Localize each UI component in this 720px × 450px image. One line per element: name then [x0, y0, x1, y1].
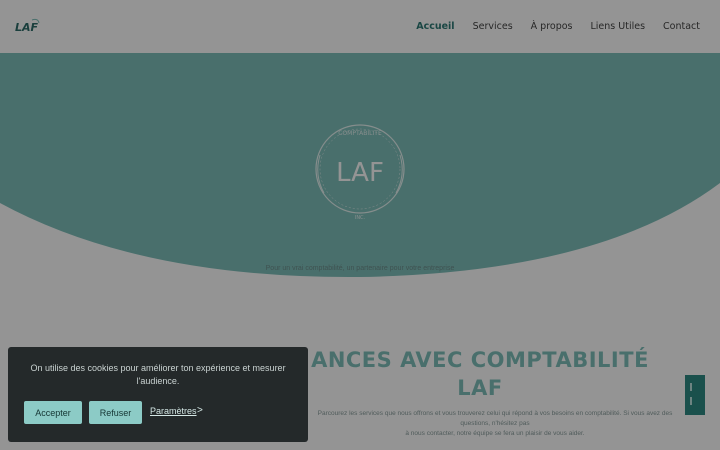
accept-cookies-button[interactable]: Accepter	[24, 401, 82, 424]
refuse-cookies-button[interactable]: Refuser	[89, 401, 142, 424]
cookie-message: On utilise des cookies pour améliorer to…	[30, 363, 286, 386]
cookie-banner: On utilise des cookies pour améliorer to…	[8, 347, 308, 442]
chevron-right-icon[interactable]: >	[197, 405, 203, 416]
cookie-settings-link[interactable]: Paramètres	[150, 406, 197, 416]
